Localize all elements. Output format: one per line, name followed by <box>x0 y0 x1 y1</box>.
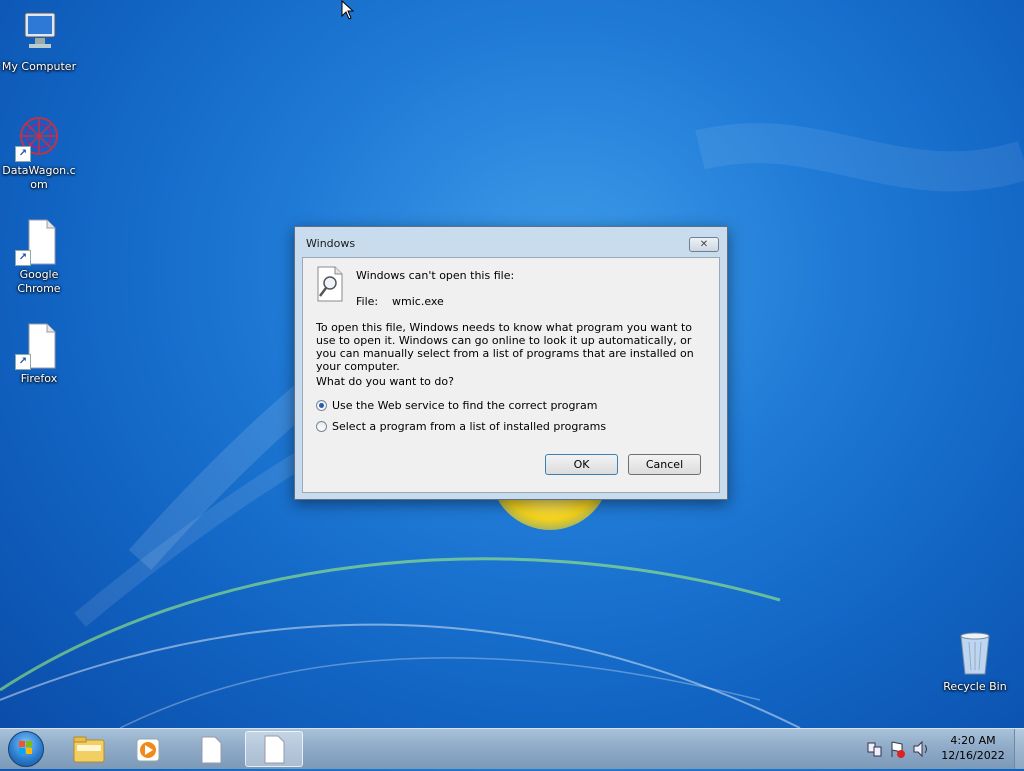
file-label: File: <box>356 295 379 308</box>
file-icon: ↗ <box>15 218 63 266</box>
start-button[interactable] <box>8 731 44 767</box>
clock-time: 4:20 AM <box>950 734 996 747</box>
action-center-flag-icon[interactable] <box>891 741 905 758</box>
mouse-cursor <box>341 0 355 20</box>
shortcut-arrow-icon: ↗ <box>15 250 31 266</box>
dialog-question: What do you want to do? <box>316 375 454 388</box>
clock-date: 12/16/2022 <box>941 749 1005 762</box>
shortcut-arrow-icon: ↗ <box>15 146 31 162</box>
radio-button-selected[interactable] <box>316 400 327 411</box>
computer-icon <box>15 10 63 58</box>
taskbar-blank-document-active[interactable] <box>245 731 303 767</box>
taskbar-blank-document[interactable] <box>183 731 241 767</box>
desktop-icon-label: Google Chrome <box>17 268 61 295</box>
option-web-service[interactable]: Use the Web service to find the correct … <box>316 399 597 412</box>
taskbar-media-player[interactable] <box>120 731 178 767</box>
taskbar: 4:20 AM 12/16/2022 <box>0 728 1024 769</box>
folder-icon <box>73 736 105 763</box>
windows-logo-icon <box>19 741 32 754</box>
file-icon: ↗ <box>15 322 63 370</box>
system-tray <box>867 740 927 758</box>
desktop-icon-label: Firefox <box>20 372 58 385</box>
desktop-icon-label: My Computer <box>1 60 77 73</box>
desktop-icon-label: DataWagon.c om <box>2 164 76 191</box>
desktop-icon-firefox[interactable]: ↗ Firefox <box>0 322 79 386</box>
dialog-titlebar[interactable]: Windows ✕ <box>295 227 727 257</box>
network-icon[interactable] <box>867 742 882 757</box>
option-label: Use the Web service to find the correct … <box>332 399 598 412</box>
media-player-icon <box>136 738 160 762</box>
datawagon-icon: ↗ <box>15 114 63 162</box>
radio-button[interactable] <box>316 421 327 432</box>
dialog-explanation: To open this file, Windows needs to know… <box>316 321 694 373</box>
cancel-button[interactable]: Cancel <box>628 454 701 475</box>
shortcut-arrow-icon: ↗ <box>15 354 31 370</box>
desktop-icon-google-chrome[interactable]: ↗ Google Chrome <box>0 218 79 296</box>
dialog-body: Windows can't open this file: File: wmic… <box>302 257 720 493</box>
taskbar-windows-explorer[interactable] <box>60 731 118 767</box>
desktop-icon-label: Recycle Bin <box>943 680 1007 693</box>
file-name: wmic.exe <box>392 295 444 308</box>
desktop-icon-datawagon[interactable]: ↗ DataWagon.c om <box>0 114 79 192</box>
dialog-title: Windows <box>306 237 356 250</box>
close-button[interactable]: ✕ <box>689 237 719 252</box>
close-icon: ✕ <box>699 239 709 250</box>
show-desktop-button[interactable] <box>1014 729 1024 769</box>
document-icon <box>201 736 222 764</box>
dialog-headline: Windows can't open this file: <box>356 269 515 282</box>
document-icon <box>264 735 285 764</box>
option-label: Select a program from a list of installe… <box>332 420 607 433</box>
desktop-icon-recycle-bin[interactable]: Recycle Bin <box>935 630 1015 694</box>
speaker-icon[interactable] <box>913 740 927 758</box>
desktop-icon-my-computer[interactable]: My Computer <box>0 10 79 74</box>
document-search-icon <box>317 266 343 302</box>
open-with-dialog: Windows ✕ Windows can't open this file: … <box>294 226 728 500</box>
recycle-bin-icon <box>951 630 999 678</box>
ok-button[interactable]: OK <box>545 454 618 475</box>
taskbar-clock[interactable]: 4:20 AM 12/16/2022 <box>936 733 1010 763</box>
option-installed-programs[interactable]: Select a program from a list of installe… <box>316 420 606 433</box>
